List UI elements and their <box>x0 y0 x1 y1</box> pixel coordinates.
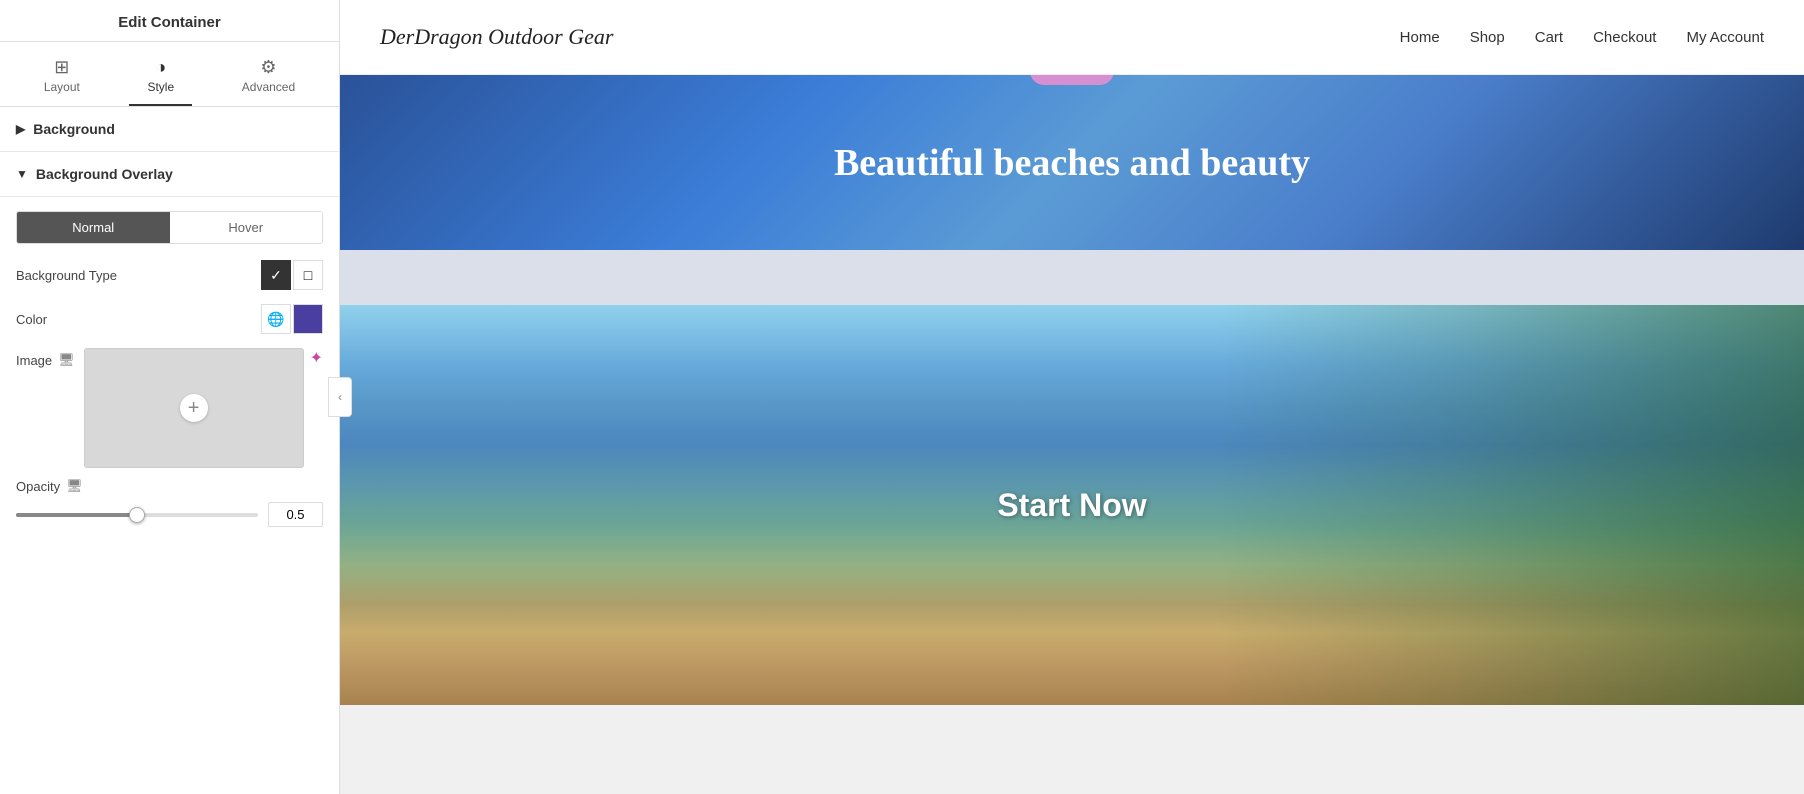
tab-layout-label: Layout <box>44 80 80 94</box>
color-buttons: 🌐 <box>261 304 323 334</box>
image-label: Image 🖥 <box>16 348 75 368</box>
opacity-slider-thumb[interactable] <box>129 507 145 523</box>
hero-container: + ⠿ × Beautiful beaches and beauty <box>340 75 1804 250</box>
color-swatch[interactable] <box>293 304 323 334</box>
toolbar-close-btn[interactable]: × <box>1086 75 1102 81</box>
site-title: DerDragon Outdoor Gear <box>380 24 613 50</box>
nav-links: Home Shop Cart Checkout My Account <box>1400 29 1764 46</box>
opacity-slider-track[interactable] <box>16 513 258 517</box>
normal-toggle-btn[interactable]: Normal <box>17 212 170 243</box>
color-globe-btn[interactable]: 🌐 <box>261 304 291 334</box>
hero-heading: Beautiful beaches and beauty <box>834 141 1310 185</box>
tab-style-label: Style <box>147 80 174 94</box>
hover-toggle-btn[interactable]: Hover <box>170 212 323 243</box>
background-section-header[interactable]: ▶ Background <box>0 107 339 152</box>
style-icon: ◑ <box>155 58 166 76</box>
main-area: DerDragon Outdoor Gear Home Shop Cart Ch… <box>340 0 1804 794</box>
opacity-slider-fill <box>16 513 137 517</box>
background-overlay-header[interactable]: ▼ Background Overlay <box>0 152 339 197</box>
background-type-label: Background Type <box>16 268 117 283</box>
background-overlay-label: Background Overlay <box>36 166 173 182</box>
normal-hover-toggle: Normal Hover <box>16 211 323 244</box>
tab-advanced[interactable]: ⚙ Advanced <box>224 52 313 106</box>
type-btn-fill[interactable]: ✓ <box>261 260 291 290</box>
toolbar-add-btn[interactable]: + <box>1042 75 1058 81</box>
magic-wand-icon[interactable]: ✦ <box>310 348 323 368</box>
image-row: Image 🖥 + ✦ <box>16 348 323 468</box>
beach-cta-text: Start Now <box>997 487 1146 524</box>
nav-home[interactable]: Home <box>1400 29 1440 46</box>
nav-cart[interactable]: Cart <box>1535 29 1563 46</box>
nav-checkout[interactable]: Checkout <box>1593 29 1656 46</box>
nav-myaccount[interactable]: My Account <box>1686 29 1764 46</box>
color-row: Color 🌐 <box>16 304 323 334</box>
beach-container: Start Now <box>340 305 1804 705</box>
background-type-row: Background Type ✓ □ <box>16 260 323 290</box>
panel-title: Edit Container <box>0 0 339 42</box>
opacity-slider-row <box>16 502 323 527</box>
tab-layout[interactable]: ⊞ Layout <box>26 52 98 106</box>
floating-toolbar: + ⠿ × <box>1030 75 1114 85</box>
trees-background <box>1218 305 1804 705</box>
toolbar-move-btn[interactable]: ⠿ <box>1066 75 1078 81</box>
opacity-monitor-icon: 🖥 <box>66 478 83 494</box>
upload-plus-icon[interactable]: + <box>180 394 208 422</box>
type-btn-none[interactable]: □ <box>293 260 323 290</box>
tab-advanced-label: Advanced <box>242 80 295 94</box>
background-arrow: ▶ <box>16 122 25 136</box>
layout-icon: ⊞ <box>54 58 69 76</box>
overlay-strip <box>340 250 1804 305</box>
background-label: Background <box>33 121 115 137</box>
opacity-label: Opacity <box>16 479 60 494</box>
nav-shop[interactable]: Shop <box>1470 29 1505 46</box>
type-buttons: ✓ □ <box>261 260 323 290</box>
top-nav: DerDragon Outdoor Gear Home Shop Cart Ch… <box>340 0 1804 75</box>
tab-bar: ⊞ Layout ◑ Style ⚙ Advanced <box>0 42 339 107</box>
opacity-label-row: Opacity 🖥 <box>16 478 323 494</box>
overlay-content: Normal Hover Background Type ✓ □ Color 🌐… <box>0 197 339 541</box>
canvas-area: + ⠿ × Beautiful beaches and beauty Start… <box>340 75 1804 794</box>
image-monitor-icon: 🖥 <box>58 352 75 368</box>
color-label: Color <box>16 312 47 327</box>
overlay-arrow: ▼ <box>16 167 28 181</box>
collapse-panel-arrow[interactable]: ‹ <box>328 377 352 417</box>
tab-style[interactable]: ◑ Style <box>129 52 192 106</box>
advanced-icon: ⚙ <box>260 58 276 76</box>
image-label-text: Image <box>16 353 52 368</box>
opacity-input[interactable] <box>268 502 323 527</box>
left-panel: Edit Container ⊞ Layout ◑ Style ⚙ Advanc… <box>0 0 340 794</box>
image-upload-area[interactable]: + <box>84 348 304 468</box>
